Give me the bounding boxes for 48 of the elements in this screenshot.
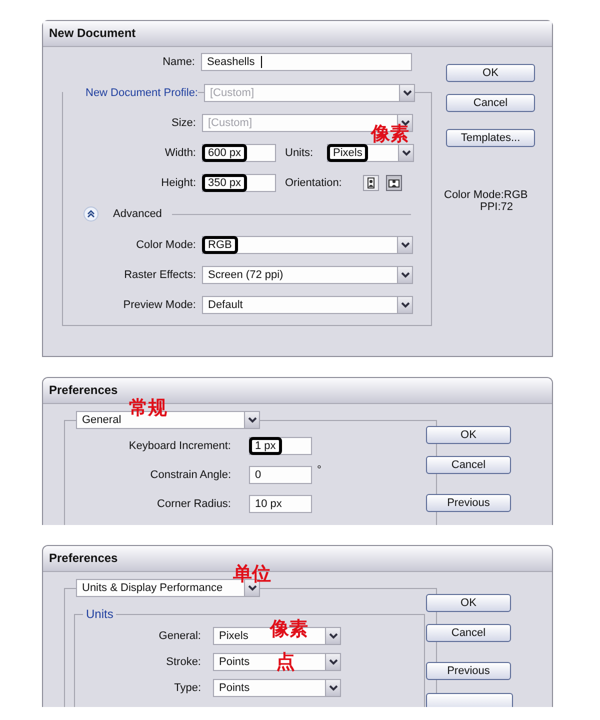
dialog-button[interactable]: OK <box>426 426 511 444</box>
group-label: Units <box>83 607 116 621</box>
field-label: Type: <box>173 682 201 694</box>
field-label: General: <box>158 630 201 642</box>
input-field[interactable]: 1 px <box>249 436 312 454</box>
field-label: Height: <box>160 177 196 189</box>
dialog-button[interactable]: Previous <box>426 494 511 512</box>
collapse-icon[interactable] <box>83 206 99 222</box>
info-text: Color Mode:RGB <box>444 189 528 201</box>
dialog-button[interactable]: OK <box>426 594 511 612</box>
dialog-button[interactable]: Cancel <box>426 456 511 474</box>
field-label: Size: <box>170 117 196 129</box>
field-label: Preview Mode: <box>122 299 196 311</box>
dialog-button[interactable] <box>426 693 513 707</box>
window-title: New Document <box>43 21 552 47</box>
section-label: Advanced <box>113 208 162 220</box>
field-label: Orientation: <box>285 177 343 189</box>
dialog-button[interactable]: Cancel <box>446 94 535 112</box>
field-label: Constrain Angle: <box>149 468 231 480</box>
dialog-button[interactable]: Templates... <box>446 129 535 147</box>
dialog-button[interactable]: Cancel <box>426 624 511 642</box>
input-field[interactable]: 350 px <box>202 174 276 192</box>
dropdown[interactable]: Pixels <box>327 144 398 162</box>
dropdown[interactable]: RGB <box>202 236 397 254</box>
field-label: Corner Radius: <box>156 498 231 510</box>
unit-label: ° <box>317 464 322 476</box>
field-label: Color Mode: <box>135 239 196 251</box>
dialog-button[interactable]: Previous <box>426 662 511 680</box>
info-text: PPI:72 <box>480 201 514 213</box>
dropdown[interactable]: Screen (72 ppi) <box>202 266 397 284</box>
landscape-button[interactable] <box>386 175 402 191</box>
annotation-text: 点 <box>276 651 295 673</box>
input-field[interactable]: 600 px <box>202 144 276 162</box>
input-field[interactable]: Seashells <box>201 53 412 71</box>
field-label: Name: <box>162 56 195 68</box>
field-label: Units: <box>285 147 314 159</box>
field-label: Width: <box>164 147 196 159</box>
field-label: New Document Profile: <box>63 87 198 99</box>
field-label: Stroke: <box>165 656 201 668</box>
field-label: Raster Effects: <box>123 269 196 281</box>
field-label: Keyboard Increment: <box>128 440 231 452</box>
text-cursor <box>260 56 262 68</box>
input-field[interactable]: 10 px <box>249 494 312 512</box>
portrait-button[interactable] <box>363 175 379 191</box>
dropdown[interactable]: Default <box>202 296 397 314</box>
dialog-button[interactable]: OK <box>446 64 535 82</box>
dropdown[interactable]: Points <box>213 679 325 697</box>
input-field[interactable]: 0 <box>249 466 312 484</box>
